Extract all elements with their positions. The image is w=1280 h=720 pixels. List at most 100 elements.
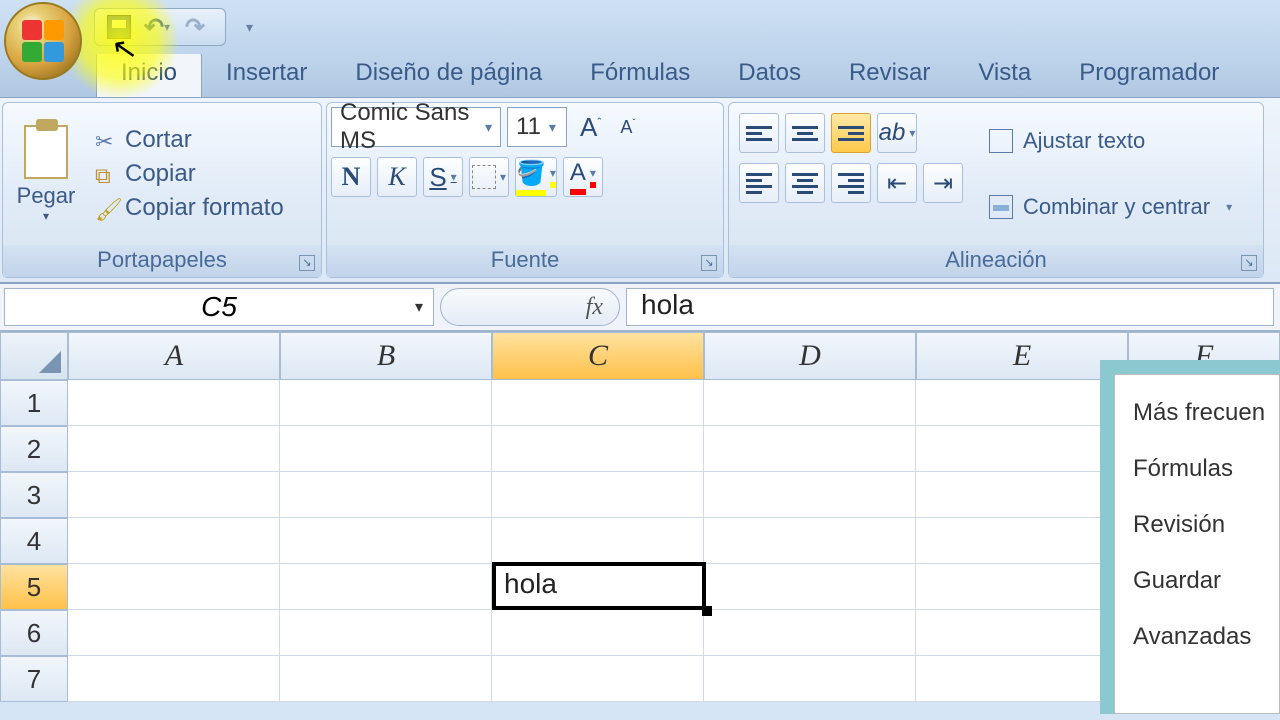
ribbon-tabs: Inicio Insertar Diseño de página Fórmula…: [0, 54, 1280, 98]
copiar-formato-button[interactable]: 🖌Copiar formato: [95, 194, 284, 222]
decrease-indent-icon: ⇤: [887, 169, 907, 198]
scissors-icon: ✂: [95, 129, 117, 151]
fx-icon: fx: [586, 294, 603, 321]
row-header-6[interactable]: 6: [0, 610, 68, 656]
align-center-button[interactable]: [785, 163, 825, 203]
dialog-launcher-alineacion[interactable]: ↘: [1241, 255, 1257, 271]
fill-handle[interactable]: [702, 606, 712, 616]
col-header-B[interactable]: B: [280, 332, 492, 380]
increase-indent-icon: ⇥: [933, 169, 953, 198]
fill-color-icon: 🪣: [516, 159, 546, 196]
merge-center-label: Combinar y centrar: [1023, 194, 1210, 220]
merge-center-button[interactable]: Combinar y centrar▾: [981, 192, 1240, 222]
col-header-A[interactable]: A: [68, 332, 280, 380]
row-header-7[interactable]: 7: [0, 656, 68, 702]
font-name-combo[interactable]: Comic Sans MS▾: [331, 107, 501, 147]
align-middle-icon: [792, 126, 818, 141]
align-bottom-button[interactable]: [831, 113, 871, 153]
office-button[interactable]: [4, 2, 82, 80]
copy-icon: ⧉: [95, 163, 117, 185]
select-all-corner[interactable]: [0, 332, 68, 380]
cortar-button[interactable]: ✂ Cortar: [95, 126, 284, 154]
tab-formulas[interactable]: Fórmulas: [566, 51, 714, 97]
ribbon: Pegar ▾ ✂Cortar ⧉Copiar 🖌Copiar formato …: [0, 98, 1280, 284]
redo-icon: ↷: [185, 13, 205, 42]
borders-button[interactable]: ▾: [469, 157, 509, 197]
font-color-button[interactable]: A▾: [563, 157, 603, 197]
align-right-button[interactable]: [831, 163, 871, 203]
wrap-text-label: Ajustar texto: [1023, 128, 1145, 154]
bold-button[interactable]: N: [331, 157, 371, 197]
options-item-avanzadas[interactable]: Avanzadas: [1133, 609, 1279, 665]
pegar-button[interactable]: Pegar ▾: [9, 109, 83, 239]
italic-button[interactable]: K: [377, 157, 417, 197]
copiar-label: Copiar: [125, 160, 196, 188]
spreadsheet: A B C D E F 1 2 3 4 5 6 7 hola: [0, 332, 1280, 702]
office-logo-icon: [22, 20, 64, 62]
options-dialog: Más frecuen Fórmulas Revisión Guardar Av…: [1100, 360, 1280, 714]
font-size-value: 11: [516, 113, 541, 141]
col-header-D[interactable]: D: [704, 332, 916, 380]
copiar-button[interactable]: ⧉ Copiar: [95, 160, 284, 188]
col-header-E[interactable]: E: [916, 332, 1128, 380]
tab-revisar[interactable]: Revisar: [825, 51, 954, 97]
decrease-indent-button[interactable]: ⇤: [877, 163, 917, 203]
undo-icon: ↶: [144, 13, 164, 42]
font-size-combo[interactable]: 11 ▾: [507, 107, 567, 147]
row-header-3[interactable]: 3: [0, 472, 68, 518]
align-middle-button[interactable]: [785, 113, 825, 153]
increase-indent-button[interactable]: ⇥: [923, 163, 963, 203]
options-item-formulas[interactable]: Fórmulas: [1133, 441, 1279, 497]
group-fuente: Comic Sans MS▾ 11▾ Aˆ Aˇ N K S▾ ▾ 🪣▾ A▾ …: [326, 102, 724, 278]
col-header-C[interactable]: C: [492, 332, 704, 380]
chevron-down-icon: ▾: [485, 119, 492, 136]
align-left-button[interactable]: [739, 163, 779, 203]
name-box-value: C5: [201, 291, 237, 323]
align-left-icon: [746, 173, 772, 194]
format-painter-icon: 🖌: [95, 197, 117, 219]
font-color-icon: A: [570, 159, 586, 195]
tab-programador[interactable]: Programador: [1055, 51, 1243, 97]
dialog-launcher-fuente[interactable]: ↘: [701, 255, 717, 271]
redo-button[interactable]: ↷: [181, 13, 209, 41]
group-label-portapapeles: Portapapeles: [3, 245, 321, 277]
grow-font-button[interactable]: Aˆ: [573, 109, 608, 146]
wrap-text-icon: [989, 129, 1013, 153]
tab-diseno[interactable]: Diseño de página: [331, 51, 566, 97]
align-top-button[interactable]: [739, 113, 779, 153]
tab-datos[interactable]: Datos: [714, 51, 825, 97]
shrink-font-button[interactable]: Aˇ: [614, 115, 641, 140]
tab-insertar[interactable]: Insertar: [202, 51, 331, 97]
cell-grid[interactable]: hola: [68, 380, 1280, 702]
name-box[interactable]: C5 ▾: [4, 288, 434, 326]
undo-button[interactable]: ↶▾: [143, 13, 171, 41]
options-item-revision[interactable]: Revisión: [1133, 497, 1279, 553]
border-icon: [472, 165, 496, 189]
row-header-5[interactable]: 5: [0, 564, 68, 610]
selected-cell-value: hola: [504, 568, 557, 599]
formula-bar: C5 ▾ fx hola: [0, 284, 1280, 332]
row-header-1[interactable]: 1: [0, 380, 68, 426]
insert-function-button[interactable]: fx: [440, 288, 620, 326]
options-item-frecuentes[interactable]: Más frecuen: [1133, 385, 1279, 441]
formula-input[interactable]: hola: [626, 288, 1274, 326]
wrap-text-button[interactable]: Ajustar texto: [981, 126, 1240, 156]
underline-button[interactable]: S▾: [423, 157, 463, 197]
tab-inicio[interactable]: Inicio: [96, 50, 202, 97]
fill-color-button[interactable]: 🪣▾: [515, 157, 557, 197]
dialog-launcher-portapapeles[interactable]: ↘: [299, 255, 315, 271]
orientation-button[interactable]: ab▾: [877, 113, 917, 153]
qat-customize-button[interactable]: ▾: [246, 19, 253, 36]
options-item-guardar[interactable]: Guardar: [1133, 553, 1279, 609]
tab-vista[interactable]: Vista: [954, 51, 1055, 97]
font-name-value: Comic Sans MS: [340, 99, 477, 155]
align-top-icon: [746, 126, 772, 141]
formula-value: hola: [641, 289, 694, 320]
selected-cell[interactable]: hola: [492, 562, 706, 610]
chevron-down-icon: ▾: [415, 297, 423, 317]
cortar-label: Cortar: [125, 126, 192, 154]
row-header-2[interactable]: 2: [0, 426, 68, 472]
chevron-down-icon: ▾: [549, 119, 556, 136]
row-header-4[interactable]: 4: [0, 518, 68, 564]
paste-icon: [24, 125, 68, 179]
